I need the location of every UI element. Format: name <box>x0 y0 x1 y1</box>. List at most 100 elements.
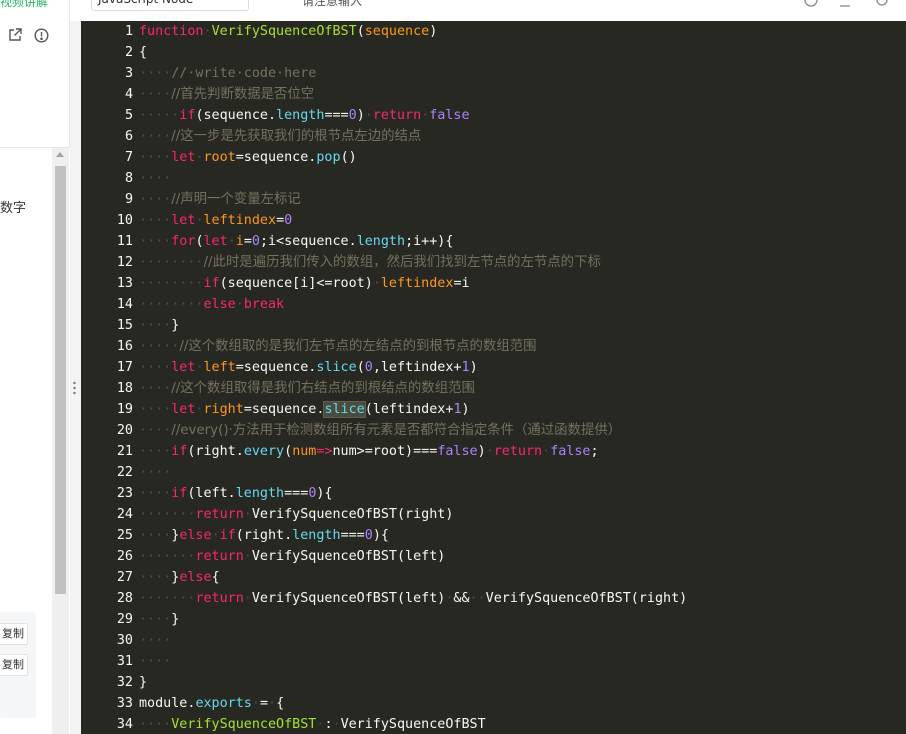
code-token: return <box>195 507 244 522</box>
code-text[interactable]: } <box>139 672 147 693</box>
code-line[interactable]: 16 ·····//这个数组取的是我们左节点的左结点的到根节点的数组范围 <box>81 336 906 357</box>
code-line[interactable]: 10 ····let·leftindex=0 <box>81 210 906 231</box>
code-text[interactable]: ····}else{ <box>139 567 220 588</box>
left-panel-scrollbar[interactable] <box>52 148 69 734</box>
scroll-up-arrow-icon[interactable] <box>56 152 64 157</box>
line-number: 19 <box>116 402 133 417</box>
code-line[interactable]: 3 ····//·write·code·here <box>81 63 906 84</box>
panel-splitter[interactable] <box>70 21 81 734</box>
code-line[interactable]: 21 ····if(right.every(num=>num>=root)===f… <box>81 441 906 462</box>
code-text[interactable]: ····let·right=sequence.slice(leftindex+1… <box>139 399 470 420</box>
code-text[interactable]: ········else·break <box>139 294 284 315</box>
code-line[interactable]: 14 ········else·break <box>81 294 906 315</box>
code-text[interactable]: ····if(right.every(num=>num>=root)===fal… <box>139 441 599 462</box>
code-line[interactable]: 6 ····//这一步是先获取我们的根节点左边的结点 <box>81 126 906 147</box>
info-icon[interactable] <box>33 27 49 43</box>
code-line[interactable]: 1 function·VerifySquenceOfBST(sequence) <box>81 21 906 42</box>
code-line[interactable]: 15 ····} <box>81 315 906 336</box>
code-line[interactable]: 30 ···· <box>81 630 906 651</box>
code-token: 1 <box>453 402 462 417</box>
code-text[interactable]: ····}else·if(right.length===0){ <box>139 525 389 546</box>
code-text[interactable]: ·····if(sequence.length===0)·return·fals… <box>139 105 470 126</box>
code-text[interactable]: ········if(sequence[i]<=root)·leftindex=… <box>139 273 470 294</box>
code-text[interactable]: ·······return·VerifySquenceOfBST(left)·&… <box>139 588 687 609</box>
code-text[interactable]: ····for(let·i=0;i<sequence.length;i++){ <box>139 231 453 252</box>
code-token: ········ <box>139 276 204 291</box>
code-token: ···· <box>139 423 172 438</box>
code-line[interactable]: 28 ·······return·VerifySquenceOfBST(left)… <box>81 588 906 609</box>
code-text[interactable]: function·VerifySquenceOfBST(sequence) <box>139 21 437 42</box>
code-line[interactable]: 24 ·······return·VerifySquenceOfBST(right… <box>81 504 906 525</box>
settings-icon[interactable] <box>875 0 889 7</box>
code-token: ···· <box>139 465 172 480</box>
copy-button[interactable]: 复制 <box>0 654 28 676</box>
code-text[interactable]: ···· <box>139 462 171 483</box>
code-text[interactable]: ···· <box>139 651 171 672</box>
code-text[interactable]: ····if(left.length===0){ <box>139 483 333 504</box>
code-text[interactable]: ····//首先判断数据是否位空 <box>139 84 314 105</box>
code-text[interactable]: ····//every()·方法用于检测数组所有元素是否都符合指定条件（通过函数… <box>139 420 621 441</box>
code-line[interactable]: 12 ········//此时是遍历我们传入的数组，然后我们找到左节点的左节点的下… <box>81 252 906 273</box>
code-token: //这个数组取得是我们右结点的到根结点的数组范围 <box>171 381 475 396</box>
code-text[interactable]: ····VerifySquenceOfBST·:·VerifySquenceOf… <box>139 714 486 734</box>
line-number: 3 <box>124 66 133 81</box>
code-text[interactable]: ····//声明一个变量左标记 <box>139 189 301 210</box>
code-text[interactable]: ····//·write·code·here <box>139 63 316 84</box>
code-line[interactable]: 22 ···· <box>81 462 906 483</box>
code-token: (sequence[i]<=root) <box>219 276 373 291</box>
code-line[interactable]: 8 ···· <box>81 168 906 189</box>
code-line[interactable]: 25 ····}else·if(right.length===0){ <box>81 525 906 546</box>
code-text[interactable]: ···· <box>139 630 171 651</box>
code-token: length <box>235 486 285 501</box>
video-explanation-link[interactable]: 视频讲解 <box>0 0 48 10</box>
code-line[interactable]: 2{ <box>81 42 906 63</box>
code-lines[interactable]: 1 function·VerifySquenceOfBST(sequence) 2{… <box>81 21 906 734</box>
code-line[interactable]: 9 ····//声明一个变量左标记 <box>81 189 906 210</box>
code-line[interactable]: 23 ····if(left.length===0){ <box>81 483 906 504</box>
code-token: //every()·方法用于检测数组所有元素是否都符合指定条件（通过函数提供） <box>171 423 622 438</box>
menu-icon[interactable] <box>838 0 852 7</box>
language-select[interactable]: JavaScript Node <box>91 0 249 11</box>
code-text[interactable]: ····let·left=sequence.slice(0,leftindex+… <box>139 357 478 378</box>
code-line[interactable]: 17 ····let·left=sequence.slice(0,leftinde… <box>81 357 906 378</box>
scrollbar-thumb[interactable] <box>55 166 66 594</box>
code-line[interactable]: 34 ····VerifySquenceOfBST·:·VerifySquence… <box>81 714 906 734</box>
code-text[interactable]: ········//此时是遍历我们传入的数组，然后我们找到左节点的左节点的下标 <box>139 252 601 273</box>
code-text[interactable]: module.exports·=·{ <box>139 693 284 714</box>
code-line[interactable]: 26 ·······return·VerifySquenceOfBST(left) <box>81 546 906 567</box>
code-line[interactable]: 31 ···· <box>81 651 906 672</box>
code-line[interactable]: 27 ····}else{ <box>81 567 906 588</box>
code-line[interactable]: 20 ····//every()·方法用于检测数组所有元素是否都符合指定条件（通过… <box>81 420 906 441</box>
code-line[interactable]: 11 ····for(let·i=0;i<sequence.length;i++)… <box>81 231 906 252</box>
code-text[interactable]: ·····//这个数组取的是我们左节点的左结点的到根节点的数组范围 <box>139 336 537 357</box>
code-text[interactable]: ····let·root=sequence.pop() <box>139 147 357 168</box>
code-line[interactable]: 19 ····let·right=sequence.slice(leftindex… <box>81 399 906 420</box>
code-line[interactable]: 18 ····//这个数组取得是我们右结点的到根结点的数组范围 <box>81 378 906 399</box>
code-token: ···· <box>139 360 172 375</box>
code-text[interactable]: ·······return·VerifySquenceOfBST(left) <box>139 546 445 567</box>
code-line[interactable]: 4 ····//首先判断数据是否位空 <box>81 84 906 105</box>
code-line[interactable]: 7 ····let·root=sequence.pop() <box>81 147 906 168</box>
code-line[interactable]: 33 module.exports·=·{ <box>81 693 906 714</box>
code-text[interactable]: ···· <box>139 168 171 189</box>
copy-button[interactable]: 复制 <box>0 623 28 645</box>
code-text[interactable]: { <box>139 42 147 63</box>
code-text[interactable]: ····} <box>139 315 179 336</box>
code-text[interactable]: ····let·leftindex=0 <box>139 210 292 231</box>
code-line[interactable]: 29 ····} <box>81 609 906 630</box>
code-token: ········ <box>139 297 204 312</box>
help-icon[interactable] <box>804 0 818 7</box>
drag-handle-icon[interactable] <box>73 381 76 395</box>
code-line[interactable]: 13 ········if(sequence[i]<=root)·leftinde… <box>81 273 906 294</box>
code-token: ) <box>429 24 438 39</box>
code-text[interactable]: ····//这一步是先获取我们的根节点左边的结点 <box>139 126 421 147</box>
code-token: ······· <box>139 591 196 606</box>
code-editor[interactable]: 1 function·VerifySquenceOfBST(sequence) 2{… <box>81 21 906 734</box>
code-line[interactable]: 5 ·····if(sequence.length===0)·return·fal… <box>81 105 906 126</box>
code-token: =sequence. <box>243 402 325 417</box>
code-text[interactable]: ····//这个数组取得是我们右结点的到根结点的数组范围 <box>139 378 475 399</box>
code-line[interactable]: 32} <box>81 672 906 693</box>
code-text[interactable]: ·······return·VerifySquenceOfBST(right) <box>139 504 453 525</box>
code-text[interactable]: ····} <box>139 609 179 630</box>
external-link-icon[interactable] <box>7 27 23 43</box>
